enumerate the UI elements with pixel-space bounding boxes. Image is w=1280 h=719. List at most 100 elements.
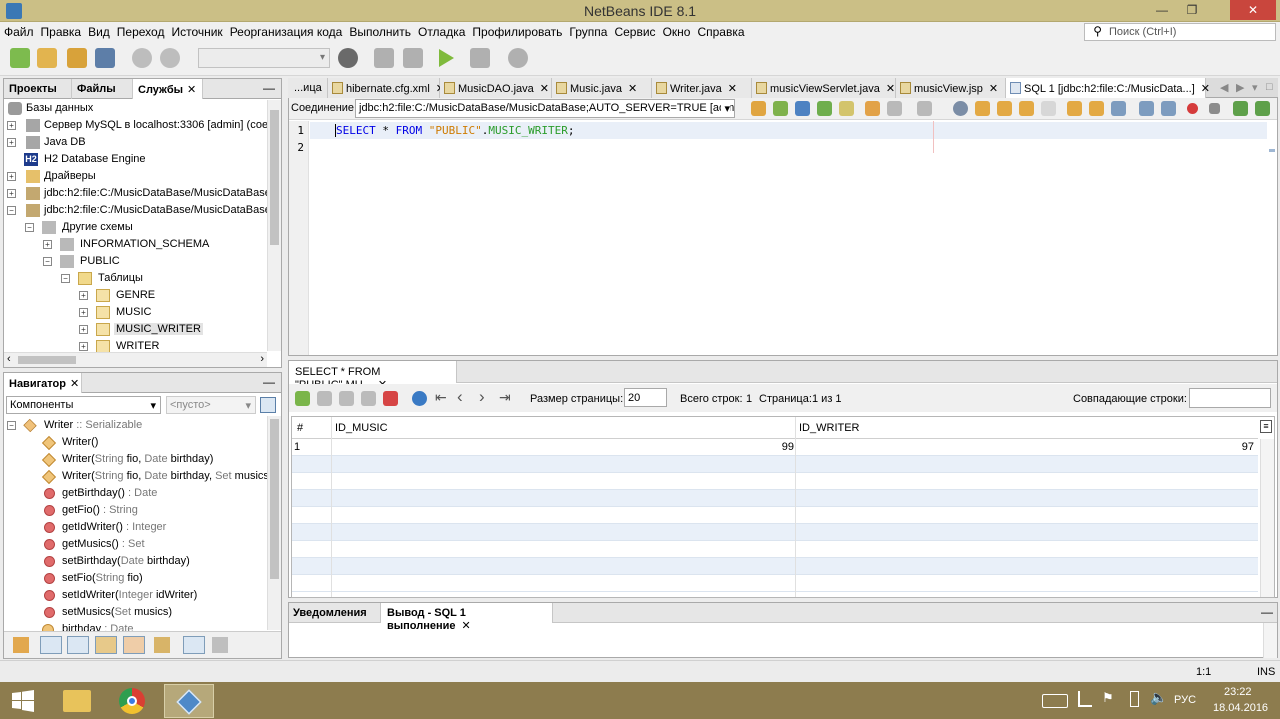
start-button[interactable] [0,684,46,718]
collapse-icon[interactable]: − [7,421,16,430]
expand-icon[interactable]: + [43,240,52,249]
navigator-member[interactable]: setIdWriter(Integer idWriter) [4,587,267,604]
menu-file[interactable]: Файл [0,22,37,39]
tab-sql-output[interactable]: Вывод - SQL 1 выполнение ✕ [381,603,553,632]
expand-icon[interactable]: + [79,342,88,351]
col-header-index[interactable]: # [297,422,303,434]
tree-item-table-music[interactable]: + MUSIC [4,304,267,321]
menu-refactor[interactable]: Реорганизация кода [226,22,346,39]
minimize-panel-button[interactable]: — [263,81,275,95]
hammer-icon[interactable] [374,48,394,68]
tab-musicviewservlet[interactable]: musicViewServlet.java ✕ [752,78,896,98]
tab-results[interactable]: SELECT * FROM "PUBLIC".MU...✕ [289,361,457,391]
scroll-thumb[interactable] [270,419,279,579]
config-select[interactable]: ▾ [198,48,330,68]
tree-item-table-music-writer[interactable]: + MUSIC_WRITER [4,321,267,338]
scroll-thumb[interactable] [270,110,279,245]
expand-icon[interactable]: + [7,172,16,181]
show-fqn-icon[interactable] [154,637,170,653]
redo-icon[interactable] [160,48,180,68]
navigator-member[interactable]: Writer(String fio, Date birthday, Set mu… [4,468,267,485]
commit-records-icon[interactable] [339,391,354,406]
close-icon[interactable]: ✕ [628,83,637,95]
navigator-member[interactable]: getIdWriter() : Integer [4,519,267,536]
scroll-thumb[interactable] [18,356,76,364]
expand-icon[interactable]: + [79,325,88,334]
menu-navigate[interactable]: Переход [113,22,168,39]
toggle-bookmark-icon[interactable] [1111,101,1126,116]
clock-time[interactable]: 23:22 [1224,686,1252,698]
vertical-scrollbar[interactable] [267,416,281,630]
shift-right-icon[interactable] [1161,101,1176,116]
tree-item-h2[interactable]: H2 H2 Database Engine [4,151,267,168]
minimize-button[interactable]: — [1148,0,1176,20]
close-icon[interactable]: ✕ [886,83,895,95]
sort-by-source-icon[interactable] [183,636,205,654]
column-options-icon[interactable]: ≡ [1260,420,1272,433]
collapse-icon[interactable]: − [61,274,70,283]
tab-writer[interactable]: Writer.java ✕ [652,78,752,98]
table-row[interactable] [292,473,1258,490]
navigator-member[interactable]: setFio(String fio) [4,570,267,587]
tab-list-icon[interactable]: ▾ [1252,81,1258,94]
output-vertical-scrollbar[interactable] [1263,623,1277,658]
export-icon[interactable] [795,101,810,116]
expand-icon[interactable]: + [7,121,16,130]
taskbar-explorer[interactable] [52,684,102,718]
close-button[interactable]: ✕ [1230,0,1276,20]
menu-source[interactable]: Источник [167,22,225,39]
close-icon[interactable]: ✕ [187,84,196,96]
menu-team[interactable]: Группа [565,22,610,39]
show-static-icon[interactable] [67,636,89,654]
tree-item-mysql[interactable]: + Сервер MySQL в localhost:3306 [admin] (… [4,117,267,134]
maximize-editor-icon[interactable]: □ [1266,81,1273,93]
next-bookmark-icon[interactable] [1089,101,1104,116]
minimize-panel-button[interactable]: — [1261,605,1273,619]
language-indicator[interactable]: РУС [1174,694,1196,706]
table-row[interactable]: 1 99 97 [292,439,1258,456]
keyboard-icon[interactable] [1042,694,1068,708]
navigator-member[interactable]: getFio() : String [4,502,267,519]
close-icon[interactable]: ✕ [728,83,737,95]
tree-item-public[interactable]: − PUBLIC [4,253,267,270]
new-file-icon[interactable] [10,48,30,68]
tab-music[interactable]: Music.java ✕ [552,78,652,98]
clock-date[interactable]: 18.04.2016 [1213,702,1268,714]
collapse-icon[interactable]: − [7,206,16,215]
previous-page-icon[interactable]: ‹ [457,387,463,407]
rollback-icon[interactable] [917,101,932,116]
show-fields-icon[interactable] [40,636,62,654]
close-icon[interactable]: ✕ [1201,83,1210,95]
navigator-member[interactable]: Writer(String fio, Date birthday) [4,451,267,468]
cancel-edits-icon[interactable] [361,391,376,406]
navigator-filter-select[interactable]: Компоненты ▾ [6,396,161,414]
find-next-icon[interactable] [997,101,1012,116]
taskbar-netbeans[interactable] [164,684,214,718]
code-line-1[interactable]: SELECT * FROM "PUBLIC".MUSIC_WRITER; [335,124,574,137]
navigator-member[interactable]: getBirthday() : Date [4,485,267,502]
bar-chart-icon[interactable] [1233,101,1248,116]
stop-macro-icon[interactable] [1209,103,1220,114]
scroll-left-icon[interactable]: ‹ [7,353,11,365]
insert-row-icon[interactable] [295,391,310,406]
record-macro-icon[interactable] [1187,103,1198,114]
menu-view[interactable]: Вид [84,22,113,39]
tab-projects[interactable]: Проекты [4,79,72,99]
show-inner-classes-icon[interactable] [123,636,145,654]
globe-icon[interactable] [338,48,358,68]
battery-icon[interactable] [1130,691,1139,707]
chart-options-icon[interactable] [1255,101,1270,116]
show-nonpublic-icon[interactable] [95,636,117,654]
tab-services[interactable]: Службы ✕ [133,79,203,99]
tree-item-drivers[interactable]: + Драйверы [4,168,267,185]
menu-tools[interactable]: Сервис [610,22,658,39]
navigator-member[interactable]: getMusics() : Set [4,536,267,553]
collapse-icon[interactable]: − [25,223,34,232]
prev-bookmark-icon[interactable] [1067,101,1082,116]
tab-musicview-jsp[interactable]: musicView.jsp ✕ [896,78,1006,98]
maximize-button[interactable]: ❐ [1178,0,1206,20]
close-icon[interactable]: ✕ [540,83,549,95]
table-row[interactable] [292,541,1258,558]
tree-item-javadb[interactable]: + Java DB [4,134,267,151]
tree-item-tables[interactable]: − Таблицы [4,270,267,287]
